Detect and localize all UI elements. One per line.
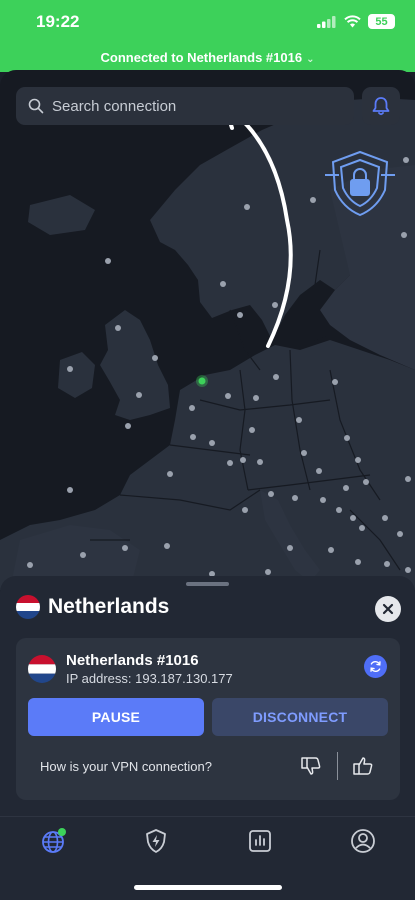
shield-bolt-icon <box>146 829 166 853</box>
netherlands-flag-icon <box>28 655 56 683</box>
thumbs-up-icon <box>353 757 373 775</box>
bell-icon <box>372 97 390 116</box>
map-view[interactable] <box>0 70 415 590</box>
europe-map <box>0 98 415 590</box>
connection-status-text: Connected to Netherlands #1016 <box>100 50 303 65</box>
ip-address: IP address: 193.187.130.177 <box>66 671 233 686</box>
tab-threat-protection[interactable] <box>141 826 171 856</box>
chevron-down-icon: ⌄ <box>306 54 315 65</box>
thumbs-down-icon <box>301 757 321 775</box>
globe-icon <box>42 828 66 853</box>
home-indicator[interactable] <box>134 885 282 890</box>
change-server-button[interactable] <box>364 655 387 678</box>
notifications-button[interactable] <box>362 87 400 125</box>
disconnect-button[interactable]: DISCONNECT <box>212 698 388 736</box>
chart-icon <box>249 830 271 852</box>
status-bar: 19:22 55 Connected to Netherlands #1016 ⌄ <box>0 0 415 72</box>
thumbs-up-button[interactable] <box>349 752 377 780</box>
server-info: Netherlands #1016 IP address: 193.187.13… <box>28 652 233 686</box>
search-bar[interactable] <box>16 87 354 125</box>
tab-stats[interactable] <box>245 826 275 856</box>
battery-icon: 55 <box>368 14 395 29</box>
server-name: Netherlands #1016 <box>66 652 199 669</box>
status-icons: 55 <box>317 14 395 29</box>
connected-dot <box>58 828 66 836</box>
wifi-icon <box>344 15 361 28</box>
connection-banner[interactable]: Connected to Netherlands #1016 ⌄ <box>0 50 415 65</box>
signal-icon <box>317 15 336 28</box>
country-header: Netherlands <box>16 595 169 619</box>
sheet-drag-handle[interactable] <box>186 582 229 586</box>
clock: 19:22 <box>36 12 80 31</box>
feedback-divider <box>337 752 338 780</box>
profile-icon <box>351 829 375 853</box>
netherlands-flag-icon <box>16 595 40 619</box>
thumbs-down-button[interactable] <box>297 752 325 780</box>
country-title: Netherlands <box>48 595 170 618</box>
close-icon <box>382 603 394 615</box>
refresh-icon <box>370 661 381 672</box>
tab-map[interactable] <box>38 826 68 856</box>
tab-profile[interactable] <box>348 826 378 856</box>
feedback-question: How is your VPN connection? <box>40 759 212 774</box>
close-button[interactable] <box>375 596 401 622</box>
pause-button[interactable]: PAUSE <box>28 698 204 736</box>
search-input[interactable] <box>52 97 332 115</box>
search-icon <box>28 98 44 114</box>
